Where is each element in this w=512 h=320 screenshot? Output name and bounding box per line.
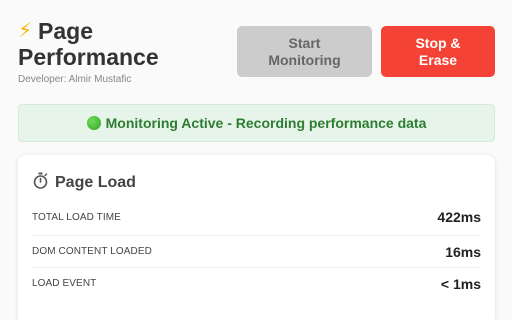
lightning-bolt-icon: ⚡: [18, 20, 33, 42]
title-line-2: Performance: [18, 44, 159, 70]
metric-row-total-load-time: TOTAL LOAD TIME 422ms: [32, 201, 481, 233]
start-button-label-line1: Start: [288, 34, 321, 51]
page-title: ⚡ Page Performance: [18, 18, 218, 70]
developer-credit: Developer: Almir Mustafic: [18, 74, 132, 85]
stop-button-label-line1: Stop &: [415, 34, 461, 51]
start-button-label-line2: Monitoring: [268, 51, 341, 68]
metric-row-load-event: LOAD EVENT < 1ms: [32, 267, 481, 299]
green-circle-icon: [86, 116, 101, 130]
start-monitoring-button[interactable]: Start Monitoring: [237, 26, 372, 77]
monitoring-status-banner: Monitoring Active - Recording performanc…: [18, 104, 495, 142]
stop-and-erase-button[interactable]: Stop & Erase: [381, 26, 495, 77]
metric-label: LOAD EVENT: [32, 278, 97, 289]
status-text: Monitoring Active - Recording performanc…: [105, 115, 427, 131]
header: ⚡ Page Performance Developer: Almir Must…: [18, 18, 218, 85]
metric-label: TOTAL LOAD TIME: [32, 211, 121, 223]
metric-label: DOM CONTENT LOADED: [32, 246, 152, 257]
page-load-title: Page Load: [55, 174, 136, 191]
metric-value: 16ms: [445, 243, 481, 260]
title-line-1: Page: [38, 18, 94, 44]
stopwatch-icon: [32, 172, 49, 194]
metric-value: 422ms: [437, 209, 481, 225]
metric-value: < 1ms: [440, 275, 481, 292]
page-load-heading: Page Load: [32, 172, 136, 194]
page-load-card: Page Load TOTAL LOAD TIME 422ms DOM CONT…: [18, 155, 495, 320]
metric-row-dom-content-loaded: DOM CONTENT LOADED 16ms: [32, 235, 481, 267]
stop-button-label-line2: Erase: [418, 51, 458, 68]
